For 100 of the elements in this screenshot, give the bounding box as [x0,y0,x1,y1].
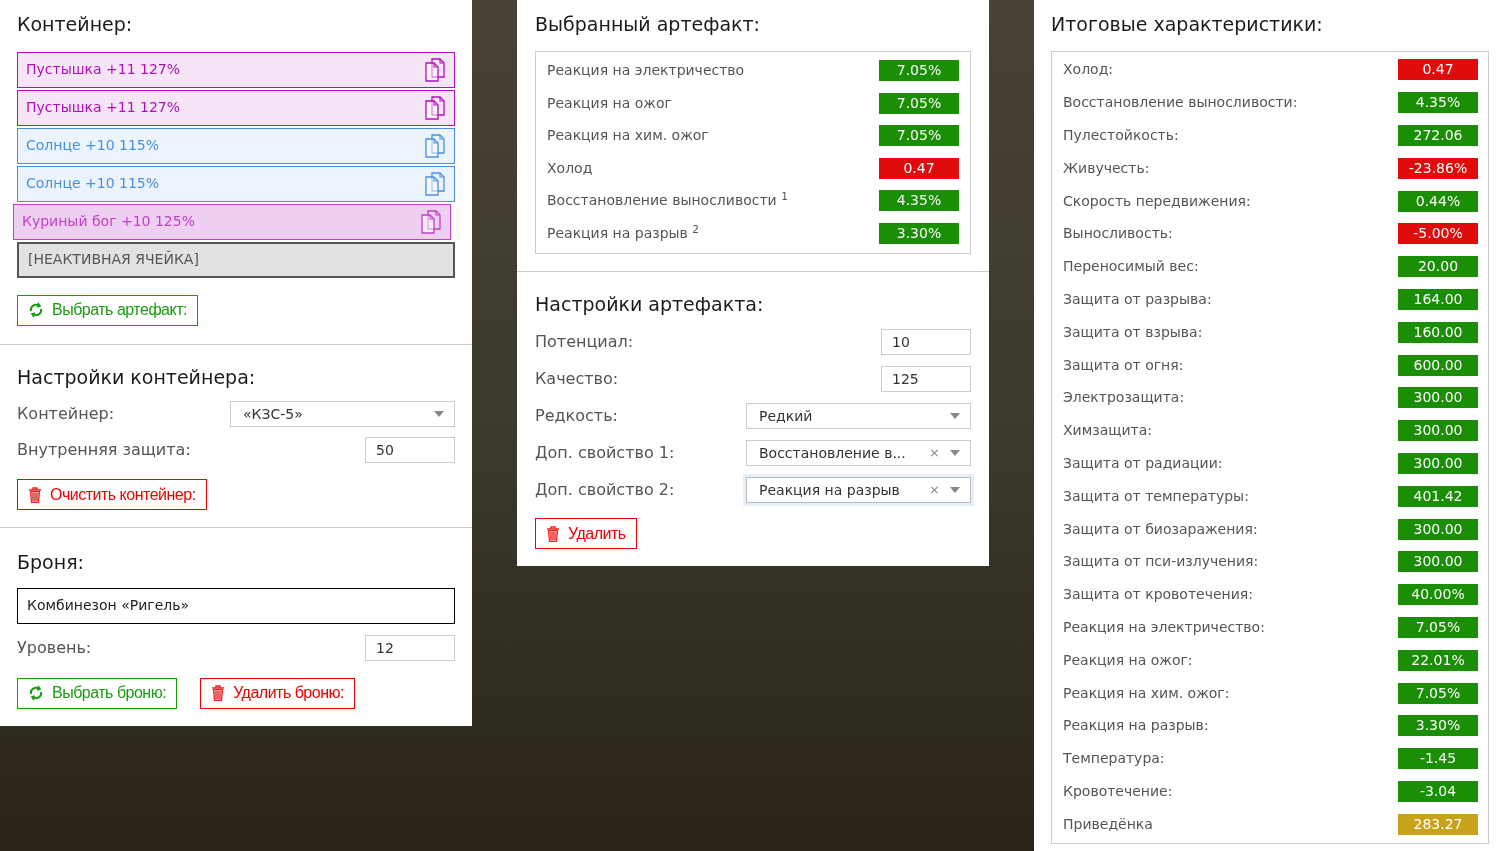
select-field[interactable]: «КЗС-5» [230,401,455,427]
stat-label: Реакция на электричество: [1063,617,1265,637]
number-field[interactable]: 50 [365,437,455,463]
value-badge: 164.00 [1398,288,1478,310]
stat-label: Холод [547,158,593,178]
value-badge: 40.00% [1398,584,1478,606]
value-badge: 7.05% [1398,616,1478,638]
copy-icon [425,133,445,158]
value-badge: 7.05% [879,92,959,114]
stat-label: Электрозащита: [1063,388,1185,408]
stat-label: Кровотечение: [1063,781,1173,801]
clear-icon[interactable]: × [929,443,940,463]
stat-label: Химзащита: [1063,421,1152,441]
stat-label: Реакция на ожог: [1063,650,1193,670]
value-badge: 3.30% [879,222,959,244]
value-badge: 7.05% [1398,682,1478,704]
copy-icon [425,171,445,196]
field-label: Доп. свойство 1: [535,442,675,464]
value-badge: 7.05% [879,125,959,147]
value-badge: 300.00 [1398,551,1478,573]
value-badge: 0.47 [1398,59,1478,81]
delete-button[interactable]: Очистить контейнер: [17,479,207,510]
value-badge: 160.00 [1398,321,1478,343]
stat-label: Защита от огня: [1063,355,1184,375]
stat-label: Пулестойкость: [1063,126,1179,145]
value-badge: 300.00 [1398,518,1478,540]
field-label: Доп. свойство 2: [535,479,675,501]
stat-label: Защита от температуры: [1063,486,1249,506]
copy-icon [421,209,441,234]
stat-label: Приведёнка [1063,814,1153,834]
select-field[interactable]: Реакция на разрыв × [746,477,971,503]
stat-label: Реакция на разрыв $^{2}$ [547,222,699,243]
artifact-slot[interactable]: Солнце +10 115% [17,127,455,164]
value-badge: 7.05% [879,60,959,82]
value-badge: 283.27 [1398,813,1478,835]
value-badge: 22.01% [1398,649,1478,671]
copy-icon [425,57,445,82]
caret-icon [950,450,960,456]
section-heading: Броня: [17,550,85,575]
field-label: Редкость: [535,405,618,427]
stat-label: Живучесть: [1063,158,1150,178]
value-badge: 0.47 [879,157,959,179]
select-field[interactable]: Восстановление в... × [746,440,971,466]
artifact-slot[interactable]: Солнце +10 115% [17,165,455,202]
stat-label: Переносимый вес: [1063,257,1199,277]
caret-icon [950,487,960,493]
value-badge: -23.86% [1398,157,1478,179]
number-field[interactable]: 125 [881,366,971,392]
artifact-slot[interactable]: Пустышка +11 127% [17,51,455,88]
artifact-slot[interactable]: Куриный бог +10 125% [13,203,451,240]
stat-label: Температура: [1063,749,1165,769]
select-value: «КЗС-5» [243,404,304,424]
value-badge: 272.06 [1398,125,1478,146]
trash-icon [28,486,42,503]
refresh-icon [28,302,44,318]
value-badge: 4.35% [879,190,959,212]
stat-label: Восстановление выносливости: [1063,93,1298,113]
select-value: Редкий [759,406,814,426]
stat-label: Реакция на разрыв: [1063,716,1209,736]
armor-name: Комбинезон «Ригель» [17,587,455,624]
select-value: Реакция на разрыв [759,480,901,500]
artifact-slot[interactable]: Пустышка +11 127% [17,89,455,126]
caret-icon [434,411,444,417]
slot-label: Пустышка +11 127% [26,98,181,117]
stat-label: Защита от взрыва: [1063,322,1203,342]
value-badge: -3.04 [1398,780,1478,802]
select-button[interactable]: Выбрать артефакт: [17,294,198,326]
number-field[interactable]: 12 [365,634,455,661]
trash-icon [211,685,226,701]
delete-button[interactable]: Удалить броню: [200,677,355,709]
value-badge: 300.00 [1398,420,1478,442]
clear-icon[interactable]: × [929,480,940,500]
section-heading: Итоговые характеристики: [1051,12,1324,37]
value-badge: 600.00 [1398,354,1478,376]
value-badge: 0.44% [1398,190,1478,212]
field-label: Качество: [535,368,619,390]
stat-label: Защита от биозаражения: [1063,519,1258,539]
trash-icon [546,525,560,542]
slot-label: [НЕАКТИВНАЯ ЯЧЕЙКА] [28,249,199,269]
stat-label: Реакция на ожог [547,93,672,113]
select-value: Восстановление в... [759,443,907,463]
stat-label: Восстановление выносливости $^{1}$ [547,190,788,211]
slot-label: Солнце +10 115% [26,174,160,193]
section-heading: Контейнер: [17,12,134,37]
slot-label: Пустышка +11 127% [26,60,181,79]
stat-label: Холод: [1063,60,1114,80]
field-label: Контейнер: [17,403,115,425]
number-field[interactable]: 10 [881,329,971,355]
value-badge: 300.00 [1398,452,1478,474]
delete-button[interactable]: Удалить [535,518,637,549]
field-label: Внутренняя защита: [17,439,191,461]
stat-label: Защита от пси-излучения: [1063,552,1259,572]
value-badge: 20.00 [1398,256,1478,278]
stat-label: Защита от кровотечения: [1063,585,1253,605]
refresh-icon [28,685,44,701]
value-badge: 3.30% [1398,715,1478,737]
select-field[interactable]: Редкий [746,403,971,429]
select-button[interactable]: Выбрать броню: [17,677,178,709]
value-badge: 401.42 [1398,485,1478,507]
stat-label: Реакция на хим. ожог: [1063,683,1230,703]
